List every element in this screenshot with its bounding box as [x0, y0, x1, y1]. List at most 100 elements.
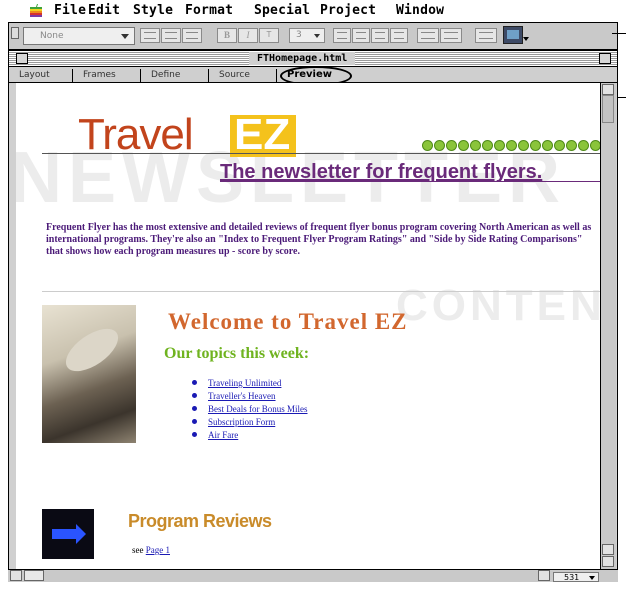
resize-grip-icon[interactable] — [602, 556, 614, 567]
align-left-button[interactable] — [140, 28, 160, 43]
zoom-select[interactable]: 531 — [553, 572, 599, 582]
menu-window[interactable]: Window — [396, 3, 444, 18]
chevron-down-icon — [314, 34, 320, 38]
window-title: FTHomepage.html — [249, 52, 356, 65]
issue-dot — [422, 140, 433, 151]
apple-menu-icon[interactable] — [30, 4, 42, 18]
vertical-scrollbar[interactable] — [600, 83, 616, 569]
paragraph-style-select[interactable]: None — [23, 27, 135, 45]
intro-paragraph: Frequent Flyer has the most extensive an… — [46, 222, 592, 257]
menu-bar: File Edit Style Format Special Project W… — [0, 0, 626, 22]
font-size-value: 3 — [296, 30, 302, 40]
callout-line — [612, 33, 626, 34]
issue-dot — [494, 140, 505, 151]
chevron-down-icon — [589, 576, 595, 580]
arrow-right-icon — [52, 524, 86, 544]
topic-link-subscription-form[interactable]: Subscription Form — [208, 417, 275, 427]
italic-icon: I — [246, 30, 250, 40]
scroll-right-icon[interactable] — [538, 570, 550, 581]
issue-dot — [470, 140, 481, 151]
outdent-icon — [394, 32, 404, 39]
divider — [42, 291, 600, 292]
scroll-up-icon[interactable] — [602, 84, 614, 95]
issue-dot — [518, 140, 529, 151]
issue-dot — [482, 140, 493, 151]
list-unordered-button[interactable] — [333, 28, 351, 43]
list-item: Subscription Form — [192, 416, 308, 429]
close-box-icon[interactable] — [16, 53, 28, 64]
issue-dot — [506, 140, 517, 151]
tagline-rule — [220, 181, 600, 182]
issue-dot — [578, 140, 589, 151]
align-right-button[interactable] — [182, 28, 202, 43]
link-icon — [421, 32, 435, 39]
menu-project[interactable]: Project — [320, 3, 376, 18]
chevron-down-icon[interactable] — [523, 37, 529, 41]
topic-link-travellers-heaven[interactable]: Traveller's Heaven — [208, 391, 276, 401]
indent-icon — [375, 32, 385, 39]
insert-link-button[interactable] — [417, 28, 439, 43]
issue-dot — [434, 140, 445, 151]
numbered-list-icon — [356, 32, 366, 39]
insert-tag-button[interactable] — [475, 28, 497, 43]
scroll-thumb[interactable] — [602, 95, 614, 123]
insert-image-button[interactable] — [503, 26, 523, 44]
issue-dot — [566, 140, 577, 151]
topic-link-air-fare[interactable]: Air Fare — [208, 430, 238, 440]
font-size-select[interactable]: 3 — [289, 28, 325, 43]
anchor-icon — [444, 32, 458, 39]
menu-file[interactable]: File — [54, 3, 86, 18]
menu-format[interactable]: Format — [185, 3, 233, 18]
teletype-button[interactable]: T — [259, 28, 279, 43]
topics-list: Traveling Unlimited Traveller's Heaven B… — [192, 377, 308, 442]
menu-style[interactable]: Style — [133, 3, 173, 18]
window-title-bar[interactable]: FTHomepage.html — [9, 51, 617, 67]
preview-area: NEWSLETTER CONTENTS Travel EZ The newsle… — [16, 83, 600, 569]
zoom-value: 531 — [564, 573, 580, 582]
horizontal-scrollbar[interactable] — [8, 569, 618, 582]
see-page-line: see Page 1 — [132, 545, 170, 555]
indent-button[interactable] — [371, 28, 389, 43]
tab-frames[interactable]: Frames — [72, 69, 140, 82]
list-item: Best Deals for Bonus Miles — [192, 403, 308, 416]
chevron-down-icon — [121, 34, 129, 39]
list-item: Air Fare — [192, 429, 308, 442]
align-center-button[interactable] — [161, 28, 181, 43]
logo-ez-block: EZ — [230, 110, 296, 159]
list-icon — [337, 32, 347, 39]
hscroll-thumb[interactable] — [24, 570, 44, 581]
scroll-left-icon[interactable] — [10, 570, 22, 581]
align-left-icon — [144, 32, 156, 39]
teletype-icon: T — [266, 30, 272, 40]
logo-rule — [42, 153, 600, 154]
logo-travel-text: Travel — [78, 110, 194, 159]
issue-dot — [458, 140, 469, 151]
list-ordered-button[interactable] — [352, 28, 370, 43]
see-prefix: see — [132, 545, 144, 555]
tab-layout[interactable]: Layout — [9, 69, 72, 82]
zoom-box-icon[interactable] — [599, 53, 611, 64]
align-center-icon — [165, 32, 177, 39]
menu-special[interactable]: Special — [254, 3, 310, 18]
bold-button[interactable]: B — [217, 28, 237, 43]
align-right-icon — [186, 32, 198, 39]
scroll-down-icon[interactable] — [602, 544, 614, 555]
tag-icon — [479, 32, 493, 39]
bold-icon: B — [223, 30, 230, 40]
issue-dot — [590, 140, 600, 151]
italic-button[interactable]: I — [238, 28, 258, 43]
logo-ez-text: EZ — [234, 110, 291, 159]
menu-edit[interactable]: Edit — [88, 3, 120, 18]
outdent-button[interactable] — [390, 28, 408, 43]
toolbar: None B I T 3 — [8, 22, 618, 50]
issue-dot — [542, 140, 553, 151]
toolbar-collapse-icon[interactable] — [11, 27, 19, 39]
tab-source[interactable]: Source — [208, 69, 276, 82]
topic-link-traveling-unlimited[interactable]: Traveling Unlimited — [208, 378, 281, 388]
topic-link-best-deals[interactable]: Best Deals for Bonus Miles — [208, 404, 308, 414]
insert-anchor-button[interactable] — [440, 28, 462, 43]
page-1-link[interactable]: Page 1 — [146, 545, 170, 555]
tab-define[interactable]: Define — [140, 69, 208, 82]
arrow-thumbnail — [42, 509, 94, 559]
list-item: Traveller's Heaven — [192, 390, 308, 403]
